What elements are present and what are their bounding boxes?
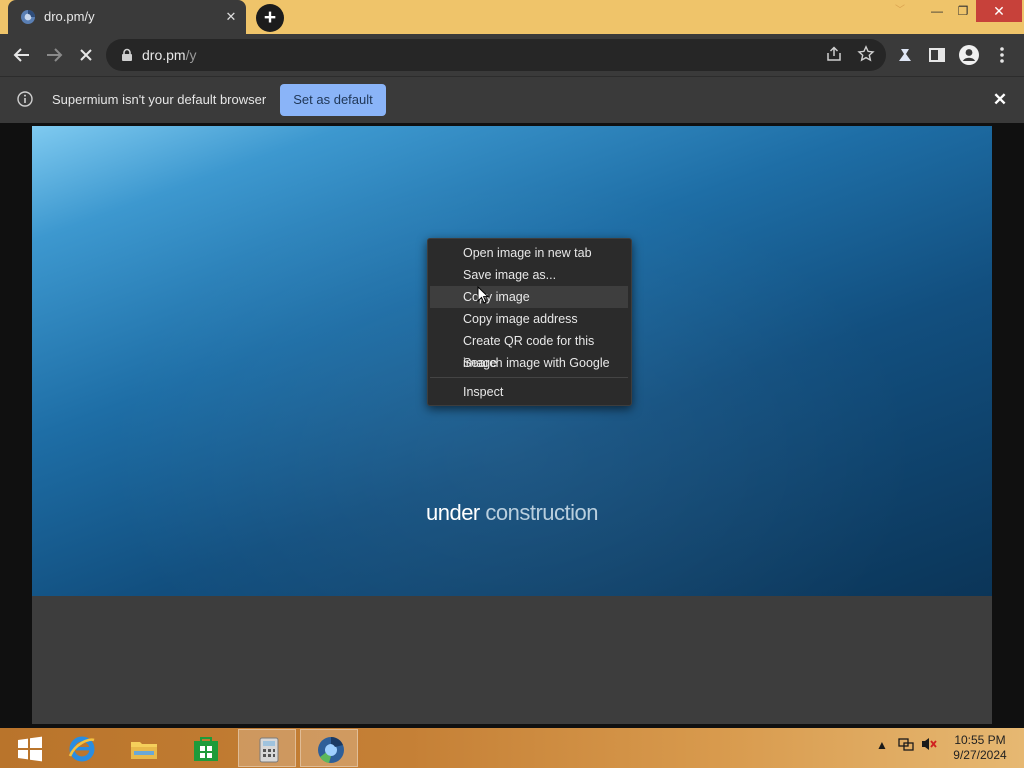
address-bar[interactable]: dro.pm/y [106, 39, 886, 71]
image-context-menu: Open image in new tab Save image as... C… [427, 238, 632, 406]
taskbar-calculator[interactable] [238, 729, 296, 767]
tab-title: dro.pm/y [44, 9, 95, 24]
close-window-button[interactable]: ✕ [976, 0, 1022, 22]
taskbar-store[interactable] [176, 729, 234, 767]
window-titlebar: dro.pm/y ✕ + ﹀ — ❐ ✕ [0, 0, 1024, 34]
info-icon [17, 91, 33, 107]
internet-explorer-icon [68, 736, 95, 762]
caption-construction: construction [485, 500, 599, 525]
extensions-icon[interactable] [892, 42, 918, 68]
stop-loading-icon[interactable] [73, 42, 99, 68]
supermium-icon [318, 737, 344, 763]
menu-item-copy-image[interactable]: Copy image [430, 286, 628, 308]
new-tab-button[interactable]: + [256, 4, 284, 32]
default-browser-infobar: Supermium isn't your default browser Set… [0, 76, 1024, 123]
minimize-button[interactable]: — [924, 0, 950, 22]
under-construction-caption: under construction [32, 500, 992, 526]
start-button[interactable] [0, 729, 58, 767]
back-arrow-icon[interactable] [9, 42, 35, 68]
windows-taskbar: ▲ 10:55 PM 9/27/2024 [0, 728, 1024, 768]
clock-time: 10:55 PM [954, 733, 1006, 747]
menu-separator [430, 377, 628, 378]
page-viewport: under construction [0, 123, 1024, 728]
taskbar-file-explorer[interactable] [114, 729, 172, 767]
clock-date: 9/27/2024 [953, 748, 1007, 762]
menu-item-create-qr-code[interactable]: Create QR code for this image [430, 330, 628, 370]
restore-button[interactable]: ❐ [950, 0, 976, 22]
menu-item-label: Open image in new tab [463, 246, 592, 260]
share-icon[interactable] [824, 45, 844, 65]
file-explorer-icon [131, 742, 157, 759]
tab-search-chevron-icon[interactable]: ﹀ [888, 0, 912, 22]
profile-icon[interactable] [956, 42, 982, 68]
infobar-message: Supermium isn't your default browser [52, 92, 267, 107]
menu-item-inspect[interactable]: Inspect [430, 381, 628, 403]
menu-kebab-icon[interactable] [989, 42, 1015, 68]
side-panel-icon[interactable] [924, 42, 950, 68]
lock-icon[interactable] [120, 48, 134, 62]
menu-item-label: Search image with Google [463, 356, 610, 370]
store-icon [194, 737, 218, 761]
infobar-close-icon[interactable]: ✕ [990, 90, 1010, 110]
calculator-icon [259, 737, 279, 763]
forward-arrow-icon[interactable] [41, 42, 67, 68]
page-background-panel [32, 596, 992, 724]
menu-item-search-image-google[interactable]: Search image with Google [430, 352, 628, 374]
volume-muted-icon[interactable] [920, 736, 938, 755]
url-text[interactable]: dro.pm/y [142, 47, 196, 63]
network-icon[interactable] [898, 736, 914, 755]
menu-item-label: Copy image address [463, 312, 578, 326]
menu-item-copy-image-address[interactable]: Copy image address [430, 308, 628, 330]
menu-item-open-image-new-tab[interactable]: Open image in new tab [430, 242, 628, 264]
supermium-favicon-icon [21, 10, 35, 24]
browser-tab[interactable]: dro.pm/y ✕ [8, 0, 246, 34]
bookmark-star-icon[interactable] [856, 45, 876, 65]
menu-item-label: Save image as... [463, 268, 557, 282]
tab-close-icon[interactable]: ✕ [222, 8, 240, 26]
menu-item-label: Copy image [463, 290, 530, 304]
system-clock[interactable]: 10:55 PM 9/27/2024 [942, 733, 1018, 763]
taskbar-internet-explorer[interactable] [52, 729, 110, 767]
caption-under: under [425, 500, 480, 525]
menu-item-label: Inspect [463, 385, 504, 399]
menu-item-save-image-as[interactable]: Save image as... [430, 264, 628, 286]
mouse-pointer-icon [477, 286, 489, 304]
start-icon [18, 736, 42, 762]
taskbar-supermium[interactable] [300, 729, 358, 767]
set-as-default-button[interactable]: Set as default [280, 84, 386, 116]
url-host: dro.pm [142, 47, 186, 63]
show-hidden-icons-icon[interactable]: ▲ [876, 738, 888, 752]
url-path: /y [185, 47, 197, 63]
